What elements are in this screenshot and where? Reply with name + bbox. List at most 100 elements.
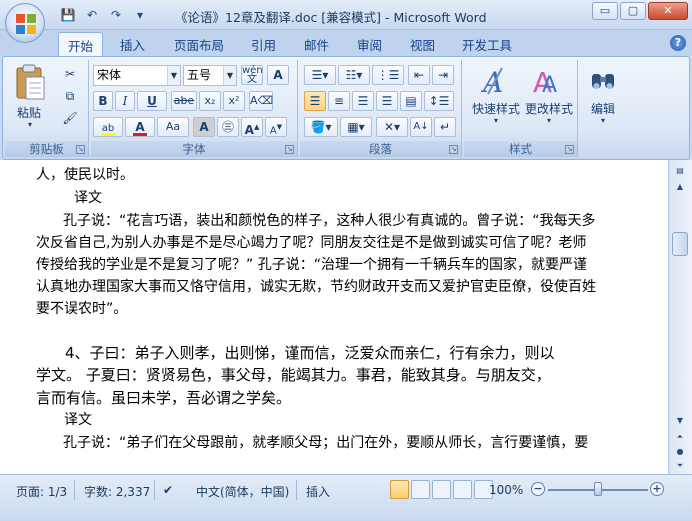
change-styles-dropdown-icon[interactable]: ▾ <box>543 116 555 125</box>
doc-line: 学文。 子夏曰：贤贤易色，事父母，能竭其力。事君，能致其身。与朋友交， <box>36 366 551 384</box>
sort-icon[interactable]: A↓ <box>410 117 432 137</box>
bold-button[interactable]: B <box>93 91 113 111</box>
insert-mode[interactable]: 插入 <box>306 483 330 500</box>
fullscreen-reading-view-icon[interactable] <box>411 480 430 499</box>
paste-button-label[interactable]: 粘贴 <box>11 104 47 121</box>
zoom-level[interactable]: 100% <box>489 483 523 497</box>
ruler-toggle-icon[interactable]: ▤ <box>672 164 688 178</box>
char-border-icon[interactable]: A <box>267 65 289 85</box>
print-layout-view-icon[interactable] <box>390 480 409 499</box>
minimize-button[interactable]: ▭ <box>592 2 618 20</box>
quick-styles-icon[interactable]: A <box>480 64 512 98</box>
tab-references[interactable]: 引用 <box>251 35 276 54</box>
subscript-button[interactable]: x₂ <box>199 91 221 111</box>
doc-heading-translation: 译文 <box>64 412 92 428</box>
scroll-down-icon[interactable]: ▼ <box>672 414 688 428</box>
shading-icon[interactable]: 🪣▾ <box>304 117 338 137</box>
tab-developer[interactable]: 开发工具 <box>462 35 512 54</box>
chinese-layout-icon[interactable]: ✕▾ <box>376 117 408 137</box>
change-styles-label[interactable]: 更改样式 <box>522 100 576 117</box>
change-styles-icon[interactable]: A A <box>532 64 564 98</box>
zoom-in-icon[interactable]: + <box>650 482 664 496</box>
customize-qat-icon[interactable]: ▾ <box>130 6 150 24</box>
cut-icon[interactable]: ✂ <box>59 64 81 84</box>
font-name-combo[interactable]: 宋体 ▼ <box>93 65 181 86</box>
format-painter-icon[interactable]: 🖌 <box>59 108 81 128</box>
paste-icon[interactable] <box>13 63 47 101</box>
quick-styles-label[interactable]: 快速样式 <box>468 100 524 117</box>
tab-review[interactable]: 审阅 <box>357 35 382 54</box>
proofing-icon[interactable]: ✔ <box>163 483 173 497</box>
doc-line: 传授给我的学业是不是复习了呢？” 孔子说：“治理一个拥有一千辆兵车的国家，就要严… <box>36 257 587 273</box>
enclose-char-icon[interactable]: ㊂ <box>217 117 239 137</box>
change-case-button[interactable]: Aa <box>157 117 189 137</box>
numbering-icon[interactable]: ☷▾ <box>338 65 370 85</box>
maximize-button[interactable]: ▢ <box>620 2 646 20</box>
paragraph-group-label: 段落 <box>300 141 461 157</box>
language[interactable]: 中文(简体，中国) <box>196 483 289 500</box>
italic-button[interactable]: I <box>115 91 135 111</box>
underline-button[interactable]: U <box>137 91 167 111</box>
grow-font-button[interactable]: A▲ <box>241 117 263 137</box>
browse-object-icon[interactable]: ● <box>672 445 688 459</box>
decrease-indent-icon[interactable]: ⇤ <box>408 65 430 85</box>
zoom-out-icon[interactable]: − <box>531 482 545 496</box>
align-center-icon[interactable]: ≡ <box>328 91 350 111</box>
chevron-down-icon[interactable]: ▼ <box>167 66 180 85</box>
office-button[interactable] <box>5 3 45 43</box>
font-launcher-icon[interactable]: ↘ <box>285 145 294 154</box>
line-spacing-icon[interactable]: ↕☰ <box>424 91 454 111</box>
scroll-up-icon[interactable]: ▲ <box>672 180 688 194</box>
previous-page-icon[interactable]: ⏶ <box>672 430 688 444</box>
superscript-button[interactable]: x² <box>223 91 245 111</box>
close-button[interactable]: ✕ <box>648 2 688 20</box>
quick-styles-dropdown-icon[interactable]: ▾ <box>490 116 502 125</box>
phonetic-guide-icon[interactable]: wén 文 <box>241 65 263 85</box>
align-right-icon[interactable]: ☰ <box>352 91 374 111</box>
copy-icon[interactable]: ⧉ <box>59 86 81 106</box>
distributed-icon[interactable]: ▤ <box>400 91 422 111</box>
tab-home[interactable]: 开始 <box>58 32 104 57</box>
zoom-slider-thumb[interactable] <box>594 482 602 496</box>
increase-indent-icon[interactable]: ⇥ <box>432 65 454 85</box>
justify-icon[interactable]: ☰ <box>376 91 398 111</box>
styles-launcher-icon[interactable]: ↘ <box>565 145 574 154</box>
show-marks-icon[interactable]: ↵ <box>434 117 456 137</box>
redo-icon[interactable]: ↷ <box>106 6 126 24</box>
scroll-thumb[interactable] <box>672 232 688 256</box>
web-layout-view-icon[interactable] <box>432 480 451 499</box>
save-icon[interactable]: 💾 <box>58 6 78 24</box>
paragraph-launcher-icon[interactable]: ↘ <box>449 145 458 154</box>
document-page[interactable]: 人，使民以时。 译文 孔子说：“花言巧语，装出和颜悦色的样子，这种人很少有真诚的… <box>36 160 632 474</box>
chevron-down-icon[interactable]: ▼ <box>223 66 236 85</box>
next-page-icon[interactable]: ⏷ <box>672 459 688 473</box>
tab-view[interactable]: 视图 <box>410 35 435 54</box>
paste-dropdown-icon[interactable]: ▾ <box>23 120 37 129</box>
tab-insert[interactable]: 插入 <box>120 35 145 54</box>
shrink-font-button[interactable]: A▼ <box>265 117 287 137</box>
char-shading-icon[interactable]: A <box>193 117 215 137</box>
align-left-icon[interactable]: ☰ <box>304 91 326 111</box>
page-count[interactable]: 页面: 1/3 <box>16 483 67 500</box>
clipboard-launcher-icon[interactable]: ↘ <box>76 145 85 154</box>
tab-mailings[interactable]: 邮件 <box>304 35 329 54</box>
binoculars-icon[interactable] <box>590 64 616 94</box>
word-count[interactable]: 字数: 2,337 <box>84 483 150 500</box>
bullets-icon[interactable]: ☰▾ <box>304 65 336 85</box>
borders-icon[interactable]: ▦▾ <box>340 117 372 137</box>
font-size-combo[interactable]: 五号 ▼ <box>183 65 237 86</box>
styles-group-label: 样式 <box>464 141 577 157</box>
undo-icon[interactable]: ↶ <box>82 6 102 24</box>
highlight-color-button[interactable]: ab <box>93 117 123 137</box>
vertical-scrollbar[interactable]: ▤ ▲ ▼ ⏶ ● ⏷ <box>668 160 692 474</box>
font-color-button[interactable]: A <box>125 117 155 137</box>
editing-button-label[interactable]: 编辑 <box>582 100 624 117</box>
strikethrough-button[interactable]: abe <box>171 91 197 111</box>
editing-dropdown-icon[interactable]: ▾ <box>597 116 609 125</box>
multilevel-list-icon[interactable]: ⋮☰ <box>372 65 404 85</box>
clear-formatting-icon[interactable]: A⌫ <box>249 91 273 111</box>
help-icon[interactable]: ? <box>670 35 686 51</box>
tab-page-layout[interactable]: 页面布局 <box>174 35 224 54</box>
document-area[interactable]: 人，使民以时。 译文 孔子说：“花言巧语，装出和颜悦色的样子，这种人很少有真诚的… <box>0 160 668 474</box>
outline-view-icon[interactable] <box>453 480 472 499</box>
